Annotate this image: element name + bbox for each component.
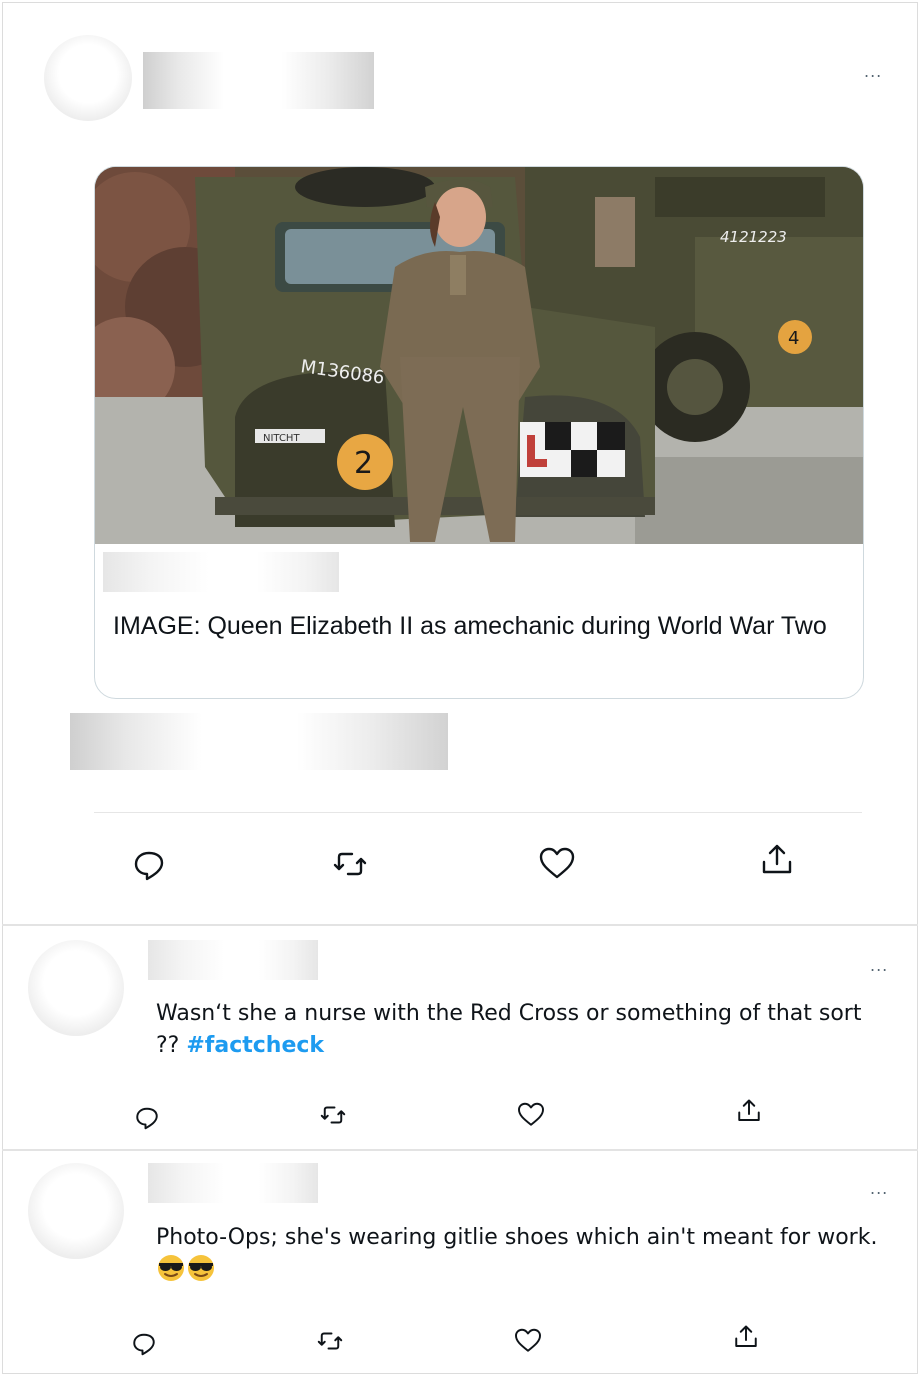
share-icon xyxy=(762,844,792,874)
reply-icon xyxy=(136,1107,158,1130)
frame-top xyxy=(2,2,918,3)
redacted-timestamp xyxy=(70,713,448,770)
retweet-button[interactable] xyxy=(330,844,370,884)
retweet-button[interactable] xyxy=(318,1100,348,1130)
redacted-username xyxy=(148,1163,318,1203)
share-button[interactable] xyxy=(731,1322,761,1352)
retweet-icon xyxy=(317,1332,343,1350)
retweet-icon xyxy=(320,1106,346,1124)
redacted-username xyxy=(143,52,374,109)
rear-vehicle-plate: 4121223 xyxy=(720,228,787,246)
avatar[interactable] xyxy=(28,940,124,1036)
tactical-number-front: 2 xyxy=(354,446,373,481)
avatar[interactable] xyxy=(44,35,132,121)
redacted-username xyxy=(148,940,318,980)
photo-military-vehicles[interactable]: 4121223 4 M136086 NITCHT 2 xyxy=(95,167,863,544)
sunglasses-emoji xyxy=(158,1255,184,1281)
share-icon xyxy=(735,1325,757,1347)
like-button[interactable] xyxy=(513,1326,543,1356)
frame-right xyxy=(917,2,918,1374)
section-separator xyxy=(2,924,918,926)
more-options-button[interactable]: ... xyxy=(870,1179,888,1198)
retweet-icon xyxy=(333,852,367,876)
like-icon xyxy=(515,1328,541,1352)
reply-text: Photo-Ops; she's wearing gitlie shoes wh… xyxy=(156,1222,886,1289)
retweet-button[interactable] xyxy=(315,1326,345,1356)
reply-icon xyxy=(133,1333,155,1356)
media-card[interactable]: 4121223 4 M136086 NITCHT 2 IMAGE: Queen … xyxy=(94,166,864,699)
sunglasses-emoji xyxy=(188,1255,214,1281)
more-options-button[interactable]: ... xyxy=(864,62,882,81)
reply-separator xyxy=(2,1149,918,1151)
reply-icon xyxy=(134,851,164,881)
frame-left xyxy=(2,2,3,1374)
frame-bottom xyxy=(2,1373,918,1374)
redacted-card-source xyxy=(103,552,339,592)
like-icon xyxy=(518,1102,544,1126)
like-icon xyxy=(539,847,575,879)
reply-text: Wasn‘t she a nurse with the Red Cross or… xyxy=(156,998,886,1062)
avatar[interactable] xyxy=(28,1163,124,1259)
like-button[interactable] xyxy=(516,1100,546,1130)
more-options-button[interactable]: ... xyxy=(870,956,888,975)
reply-button[interactable] xyxy=(129,1328,159,1358)
card-description: IMAGE: Queen Elizabeth II as amechanic d… xyxy=(113,612,827,640)
share-button[interactable] xyxy=(757,840,797,880)
tactical-number-rear: 4 xyxy=(788,328,799,349)
divider xyxy=(94,812,862,813)
hashtag-link[interactable]: #factcheck xyxy=(186,1033,324,1058)
reply-button[interactable] xyxy=(132,1102,162,1132)
photo-illustration: 4121223 4 M136086 NITCHT 2 xyxy=(95,167,863,544)
reply-button[interactable] xyxy=(129,844,169,884)
reply-body: Photo-Ops; she's wearing gitlie shoes wh… xyxy=(156,1225,878,1250)
like-button[interactable] xyxy=(537,844,577,884)
share-icon xyxy=(738,1099,760,1121)
share-button[interactable] xyxy=(734,1096,764,1126)
front-plate-small: NITCHT xyxy=(263,433,300,444)
